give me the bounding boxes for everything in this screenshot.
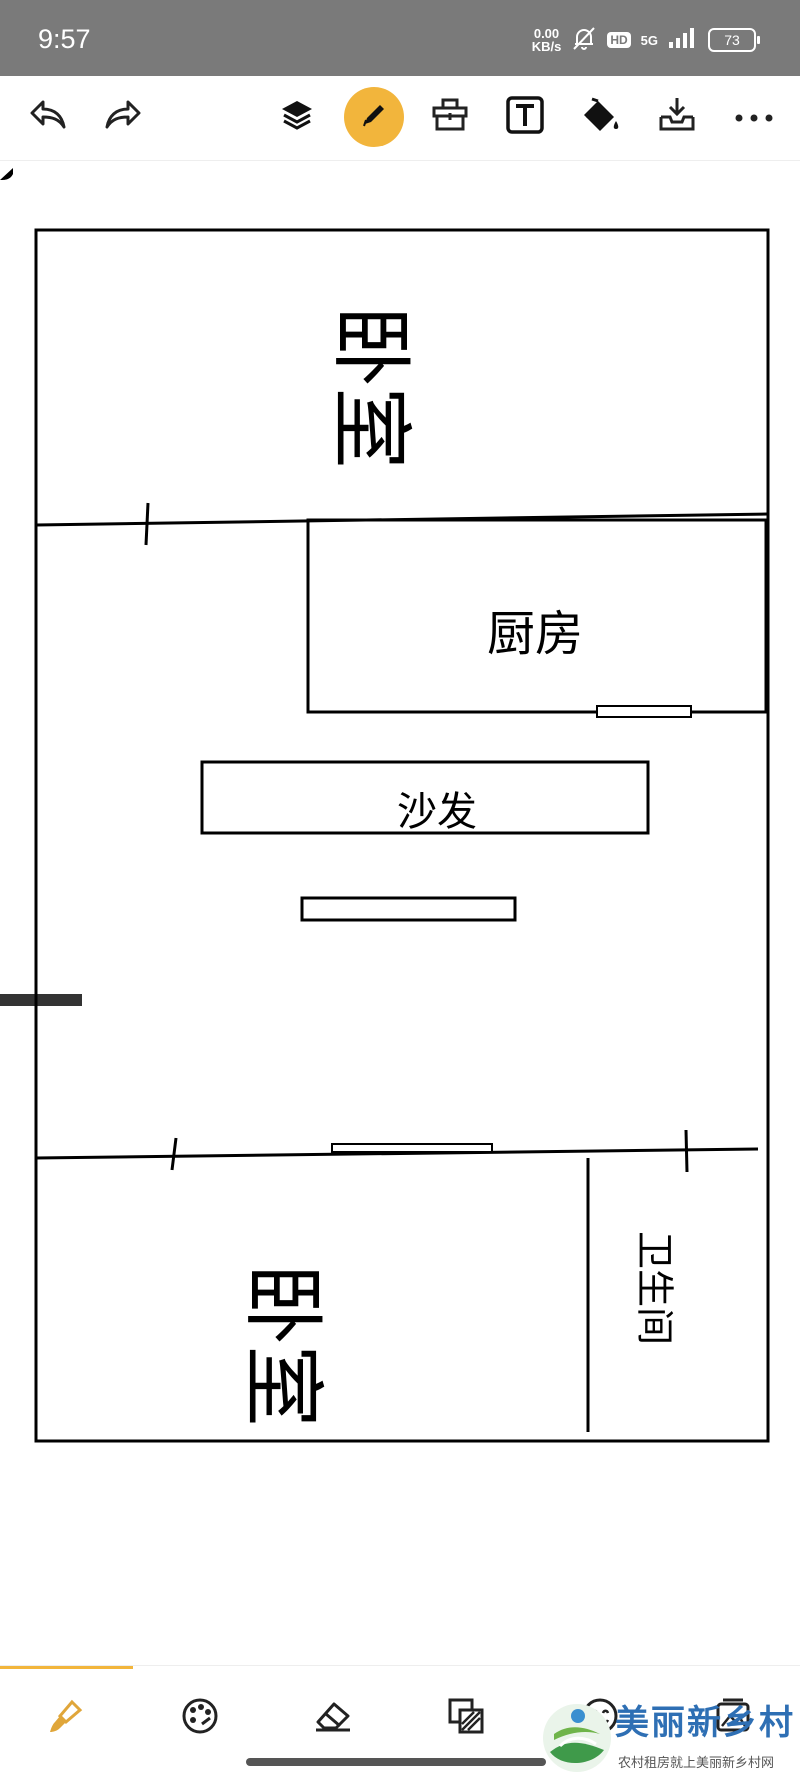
room-label-bedroom-bottom: 卧室 — [234, 1262, 330, 1428]
clock: 9:57 — [38, 24, 91, 54]
room-label-bathroom: 卫生间 — [632, 1230, 677, 1346]
pencil-icon — [359, 100, 389, 134]
eraser-icon — [312, 1698, 354, 1738]
import-icon — [657, 95, 697, 139]
redo-icon — [103, 98, 143, 136]
kitchen-window — [596, 705, 692, 718]
text-tool-button[interactable] — [494, 86, 556, 148]
undo-button[interactable] — [17, 86, 79, 148]
drawing-canvas[interactable]: 卧室 厨房 沙发 卧室 卫生间 — [0, 160, 800, 1665]
toolbox-button[interactable] — [419, 86, 481, 148]
more-icon — [734, 108, 774, 127]
import-button[interactable] — [646, 86, 708, 148]
undo-icon — [28, 98, 68, 136]
fill-bucket-button[interactable] — [569, 86, 631, 148]
home-indicator[interactable] — [246, 1758, 546, 1766]
stray-mark-left — [0, 994, 82, 1006]
layers-icon — [279, 97, 315, 137]
room-label-bedroom-top: 卧室 — [322, 304, 418, 470]
signal-bars-icon — [668, 27, 698, 53]
text-tool-icon — [505, 95, 545, 139]
palette-icon — [180, 1696, 220, 1740]
watermark-subtitle: 农村租房就上美丽新乡村网 — [618, 1756, 775, 1771]
pattern-fill-icon — [446, 1696, 486, 1740]
coffee-table — [300, 896, 517, 922]
redo-button[interactable] — [92, 86, 154, 148]
status-icons: 0.00 KB/s HD 5G 73 — [532, 20, 760, 60]
pencil-button[interactable] — [344, 87, 404, 147]
eraser-button[interactable] — [305, 1690, 361, 1746]
top-toolbar — [0, 76, 800, 161]
palette-button[interactable] — [172, 1690, 228, 1746]
hd-badge: HD — [607, 32, 631, 48]
network-speed: 0.00 KB/s — [532, 27, 562, 53]
watermark-logo-icon — [543, 1704, 611, 1772]
brush-button[interactable] — [38, 1690, 94, 1746]
mute-bell-icon — [571, 25, 597, 55]
door-mark-bottom-left — [170, 1137, 178, 1171]
network-type: 5G — [640, 32, 658, 48]
network-speed-unit: KB/s — [531, 39, 562, 54]
pattern-fill-button[interactable] — [438, 1690, 494, 1746]
room-label-kitchen: 厨房 — [486, 606, 584, 662]
battery-icon: 73 — [708, 28, 760, 52]
toolbox-icon — [430, 97, 470, 137]
fill-bucket-icon — [578, 95, 622, 139]
room-label-sofa: 沙发 — [397, 789, 477, 835]
active-tool-indicator — [0, 1666, 133, 1669]
stray-mark-top — [0, 168, 13, 180]
door-mark-bottom-right — [684, 1129, 689, 1173]
brush-icon — [46, 1696, 86, 1740]
status-bar: 9:57 0.00 KB/s HD 5G 73 — [0, 0, 800, 76]
more-button[interactable] — [723, 86, 785, 148]
door-mark-top — [144, 502, 150, 546]
watermark-title: 美丽新乡村 — [615, 1703, 795, 1743]
lower-window — [331, 1143, 493, 1153]
layers-button[interactable] — [266, 86, 328, 148]
